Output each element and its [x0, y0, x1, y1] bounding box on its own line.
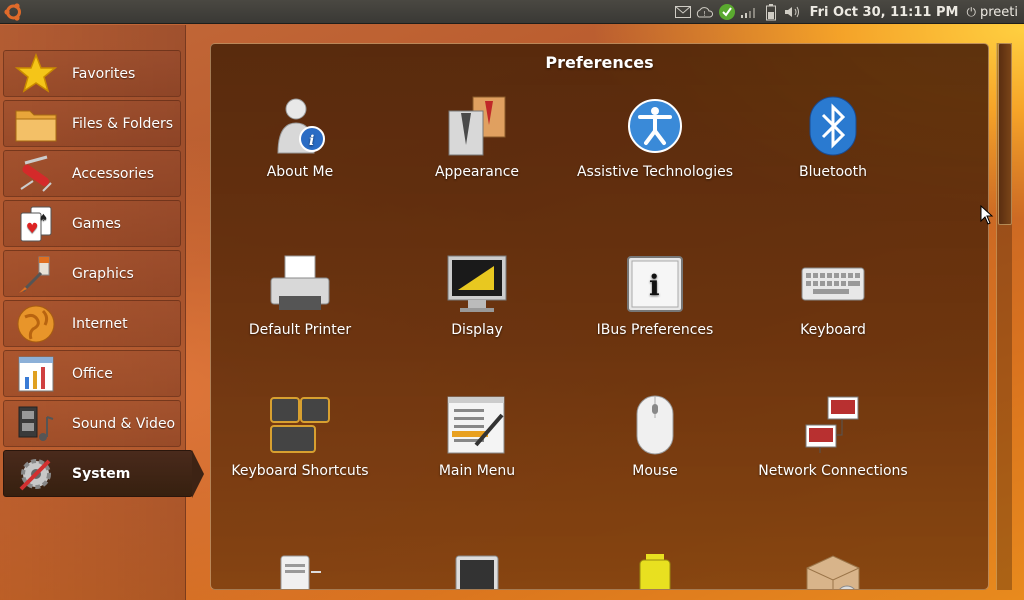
mouse-icon: [623, 393, 687, 457]
category-graphics[interactable]: Graphics: [3, 250, 181, 297]
app-label: Main Menu: [438, 463, 516, 479]
app-package[interactable]: [744, 550, 922, 589]
app-network-connections[interactable]: Network Connections: [744, 393, 922, 480]
svg-text:♠: ♠: [39, 213, 48, 224]
folder-icon: [14, 102, 58, 146]
app-assistive-technologies[interactable]: Assistive Technologies: [566, 94, 744, 181]
category-sound-video[interactable]: Sound & Video: [3, 400, 181, 447]
username: preeti: [979, 4, 1018, 20]
mouse-pointer-icon: [980, 204, 994, 225]
gear-wrench-icon: [14, 452, 58, 496]
package-icon: [801, 550, 865, 589]
app-label: Default Printer: [248, 322, 352, 338]
category-internet[interactable]: Internet: [3, 300, 181, 347]
spreadsheet-icon: [14, 352, 58, 396]
category-sidebar: Favorites Files & Folders Accessories ♥ ♠…: [0, 25, 204, 600]
category-label: Files & Folders: [72, 115, 174, 132]
category-office[interactable]: Office: [3, 350, 181, 397]
mail-icon[interactable]: [672, 0, 694, 24]
app-ibus-preferences[interactable]: i IBus Preferences: [566, 252, 744, 339]
user-info-icon: i: [268, 94, 332, 158]
app-bluetooth[interactable]: Bluetooth: [744, 94, 922, 181]
star-icon: [14, 52, 58, 96]
paint-brush-icon: [14, 252, 58, 296]
battery-icon[interactable]: [760, 0, 782, 24]
category-system[interactable]: System: [3, 450, 204, 498]
accessibility-icon: [623, 94, 687, 158]
category-label: Graphics: [72, 265, 134, 282]
app-label: Mouse: [632, 463, 678, 479]
category-label: Favorites: [72, 65, 136, 82]
network-signal-icon[interactable]: [738, 0, 760, 24]
globe-icon: [14, 302, 58, 346]
app-label: Bluetooth: [799, 164, 867, 180]
playing-cards-icon: ♥ ♠: [14, 202, 58, 246]
keyboard-shortcuts-icon: [268, 393, 332, 457]
svg-text:♥: ♥: [26, 221, 39, 237]
update-check-icon[interactable]: [716, 0, 738, 24]
appearance-shirt-icon: [445, 94, 509, 158]
film-music-icon: [14, 402, 58, 446]
app-appearance[interactable]: Appearance: [388, 94, 566, 181]
category-label: Internet: [72, 315, 128, 332]
category-label: Office: [72, 365, 113, 382]
tablet-icon: [445, 550, 509, 589]
system-tray: ! Fri Oct 30, 11:11 PM ⏻ preeti: [672, 0, 1024, 24]
category-label: Games: [72, 215, 121, 232]
app-label: About Me: [266, 164, 334, 180]
app-default-printer[interactable]: Default Printer: [211, 252, 389, 339]
power-icon: ⏻: [966, 4, 976, 19]
display-icon: [445, 252, 509, 316]
server-icon: [268, 550, 332, 589]
scrollbar-thumb[interactable]: [998, 43, 1012, 225]
app-label: Network Connections: [758, 463, 908, 479]
ubuntu-logo-icon[interactable]: [3, 2, 24, 22]
category-games[interactable]: ♥ ♠ Games: [3, 200, 181, 247]
app-label: IBus Preferences: [596, 322, 714, 338]
category-label: Sound & Video: [72, 415, 176, 432]
category-files-folders[interactable]: Files & Folders: [3, 100, 181, 147]
volume-icon[interactable]: [782, 0, 804, 24]
vertical-scrollbar[interactable]: [996, 43, 1012, 590]
keyboard-icon: [801, 252, 865, 316]
bluetooth-icon: [801, 94, 865, 158]
app-about-me[interactable]: i About Me: [211, 94, 389, 181]
category-label: Accessories: [72, 165, 155, 182]
app-mouse[interactable]: Mouse: [566, 393, 744, 480]
app-label: Keyboard: [800, 322, 866, 338]
app-keyboard[interactable]: Keyboard: [744, 252, 922, 339]
weather-icon[interactable]: !: [694, 0, 716, 24]
app-label: Display: [451, 322, 503, 338]
swiss-knife-icon: [14, 152, 58, 196]
svg-text:i: i: [309, 133, 314, 149]
main-menu-icon: [445, 393, 509, 457]
app-server[interactable]: [211, 550, 389, 589]
app-label: Keyboard Shortcuts: [231, 463, 369, 479]
svg-text:!: !: [703, 10, 706, 18]
network-connections-icon: [801, 393, 865, 457]
panel-title: Preferences: [545, 53, 654, 72]
category-accessories[interactable]: Accessories: [3, 150, 181, 197]
user-menu[interactable]: ⏻ preeti: [966, 5, 1018, 20]
category-favorites[interactable]: Favorites: [3, 50, 181, 97]
app-keyboard-shortcuts[interactable]: Keyboard Shortcuts: [211, 393, 389, 480]
app-main-menu[interactable]: Main Menu: [388, 393, 566, 480]
ibus-info-icon: i: [623, 252, 687, 316]
category-label: System: [72, 465, 131, 482]
printer-icon: [268, 252, 332, 316]
app-label: Appearance: [434, 164, 520, 180]
app-label: Assistive Technologies: [576, 164, 733, 180]
power-battery-icon: [623, 550, 687, 589]
preferences-panel: Preferences i About Me Appearance Assist…: [210, 43, 989, 590]
clock[interactable]: Fri Oct 30, 11:11 PM: [810, 5, 959, 20]
app-tablet[interactable]: [388, 550, 566, 589]
svg-text:i: i: [649, 269, 660, 302]
app-power[interactable]: [566, 550, 744, 589]
app-display[interactable]: Display: [388, 252, 566, 339]
top-panel: ! Fri Oct 30, 11:11 PM ⏻ preeti: [0, 0, 1024, 24]
